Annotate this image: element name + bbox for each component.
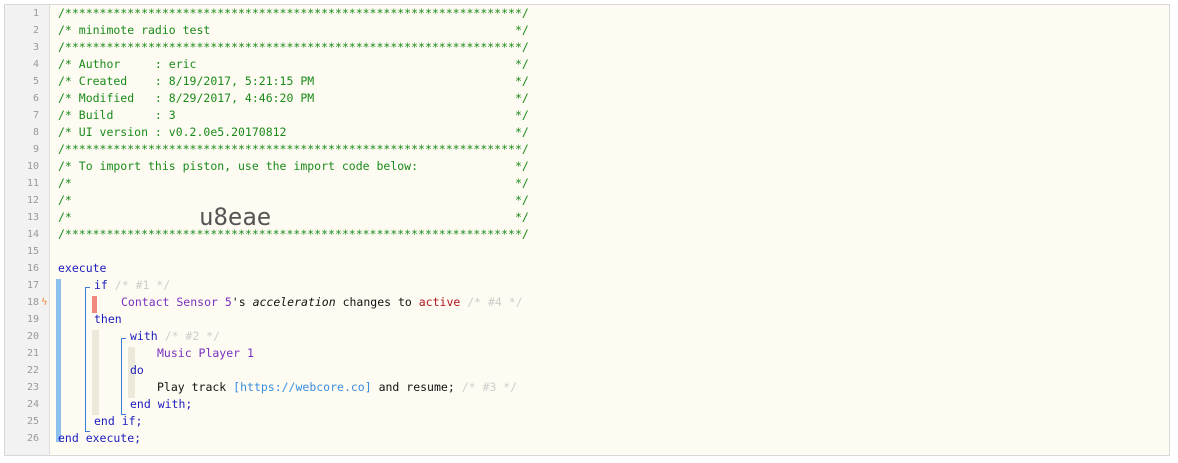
with-id-comment: /* #2 */ <box>164 329 221 343</box>
code-line-16: execute <box>49 260 1169 277</box>
task-statement[interactable]: Play track [https://webcore.co] and resu… <box>157 379 517 396</box>
line-number: 3 <box>32 42 39 53</box>
code-line-10: /* To import this piston, use the import… <box>49 158 1169 175</box>
code-line-5: /* Created : 8/19/2017, 5:21:15 PM */ <box>49 73 1169 90</box>
line-number: 13 <box>26 212 39 223</box>
statement-id-comment: /* #1 */ <box>114 278 171 292</box>
line-number: 22 <box>26 365 39 376</box>
end-if-keyword[interactable]: end if; <box>94 413 142 430</box>
line-number: 23 <box>26 382 39 393</box>
code-line-22: do <box>49 362 1169 379</box>
code-line-18: Contact Sensor 5's acceleration changes … <box>49 294 1169 311</box>
do-keyword[interactable]: do <box>130 362 144 379</box>
piston-name: /* minimote radio test */ <box>58 23 529 37</box>
line-number: 12 <box>26 195 39 206</box>
if-keyword[interactable]: if <box>94 278 108 292</box>
code-line-24: end with; <box>49 396 1169 413</box>
created-line: /* Created : 8/19/2017, 5:21:15 PM */ <box>58 74 529 88</box>
possessive-text: 's <box>231 295 253 309</box>
code-line-13: /* */ u8eae <box>49 203 1169 231</box>
header-blank: /* */ <box>58 210 529 224</box>
if-statement[interactable]: if /* #1 */ <box>94 277 170 294</box>
code-line-21: Music Player 1 <box>49 345 1169 362</box>
line-number: 24 <box>26 399 39 410</box>
header-blank: /* */ <box>58 176 529 190</box>
line-number: 1 <box>32 8 39 19</box>
task-tail: and resume; <box>371 380 455 394</box>
condition-operator[interactable]: changes to <box>336 295 419 309</box>
code-line-17: if /* #1 */ <box>49 277 1169 294</box>
line-number: 20 <box>26 331 39 342</box>
execute-keyword[interactable]: execute <box>58 260 106 277</box>
line-number: 11 <box>26 178 39 189</box>
header-border: /***************************************… <box>58 227 529 241</box>
code-line-20: with /* #2 */ <box>49 328 1169 345</box>
condition-device[interactable]: Contact Sensor 5 <box>121 295 232 309</box>
code-line-26: end execute; <box>49 430 1169 447</box>
task-id-comment: /* #3 */ <box>461 380 518 394</box>
with-keyword[interactable]: with <box>130 329 158 343</box>
code-editor: 1 2 3 4 5 6 7 8 9 10 11 12 13 14 15 16 17 18 19 20 21 22 23 24 2… <box>4 4 1170 456</box>
header-blank: /* */ <box>58 193 529 207</box>
condition[interactable]: Contact Sensor 5's acceleration changes … <box>121 294 523 311</box>
line-number: 5 <box>32 76 39 87</box>
with-statement[interactable]: with /* #2 */ <box>130 328 220 345</box>
build-line: /* Build : 3 */ <box>58 108 529 122</box>
line-number: 26 <box>26 433 39 444</box>
line-number: 19 <box>26 314 39 325</box>
code-line-11: /* */ <box>49 175 1169 192</box>
code-line-7: /* Build : 3 */ <box>49 107 1169 124</box>
line-number: 2 <box>32 25 39 36</box>
line-number: 18 <box>26 297 39 308</box>
task-command[interactable]: Play track <box>157 380 233 394</box>
end-execute-keyword[interactable]: end execute; <box>58 430 141 447</box>
code-line-23: Play track [https://webcore.co] and resu… <box>49 379 1169 396</box>
line-number: 15 <box>26 246 39 257</box>
condition-attribute[interactable]: acceleration <box>253 295 336 309</box>
line-number: 21 <box>26 348 39 359</box>
code-line-6: /* Modified : 8/29/2017, 4:46:20 PM */ <box>49 90 1169 107</box>
line-number: 10 <box>26 161 39 172</box>
then-keyword[interactable]: then <box>94 311 122 328</box>
lightning-bolt-icon: ϟ <box>41 297 48 308</box>
line-number: 16 <box>26 263 39 274</box>
code-line-2: /* minimote radio test */ <box>49 22 1169 39</box>
import-instruction: /* To import this piston, use the import… <box>58 159 529 173</box>
piston-code: /***************************************… <box>49 5 1169 455</box>
modified-line: /* Modified : 8/29/2017, 4:46:20 PM */ <box>58 91 529 105</box>
line-number: 25 <box>26 416 39 427</box>
header-border: /***************************************… <box>58 6 529 20</box>
line-number: 4 <box>32 59 39 70</box>
line-number-gutter: 1 2 3 4 5 6 7 8 9 10 11 12 13 14 15 16 17 18 19 20 21 22 23 24 2… <box>5 5 50 455</box>
code-line-3: /***************************************… <box>49 39 1169 56</box>
code-line-4: /* Author : eric */ <box>49 56 1169 73</box>
line-number: 14 <box>26 229 39 240</box>
line-number: 17 <box>26 280 39 291</box>
code-line-8: /* UI version : v0.2.0e5.20170812 */ <box>49 124 1169 141</box>
code-line-19: then <box>49 311 1169 328</box>
condition-id-comment: /* #4 */ <box>467 295 523 309</box>
line-number: 6 <box>32 93 39 104</box>
code-line-25: end if; <box>49 413 1169 430</box>
code-line-9: /***************************************… <box>49 141 1169 158</box>
with-device[interactable]: Music Player 1 <box>157 345 254 362</box>
header-border: /***************************************… <box>58 142 529 156</box>
ui-version-line: /* UI version : v0.2.0e5.20170812 */ <box>58 125 529 139</box>
line-number: 9 <box>32 144 39 155</box>
code-line-14: /***************************************… <box>49 226 1169 243</box>
end-with-keyword[interactable]: end with; <box>130 396 192 413</box>
line-number: 8 <box>32 127 39 138</box>
task-parameter[interactable]: [https://webcore.co] <box>233 380 371 394</box>
author-line: /* Author : eric */ <box>58 57 529 71</box>
header-border: /***************************************… <box>58 40 529 54</box>
code-line-1: /***************************************… <box>49 5 1169 22</box>
line-number: 7 <box>32 110 39 121</box>
condition-value[interactable]: active <box>419 295 461 309</box>
